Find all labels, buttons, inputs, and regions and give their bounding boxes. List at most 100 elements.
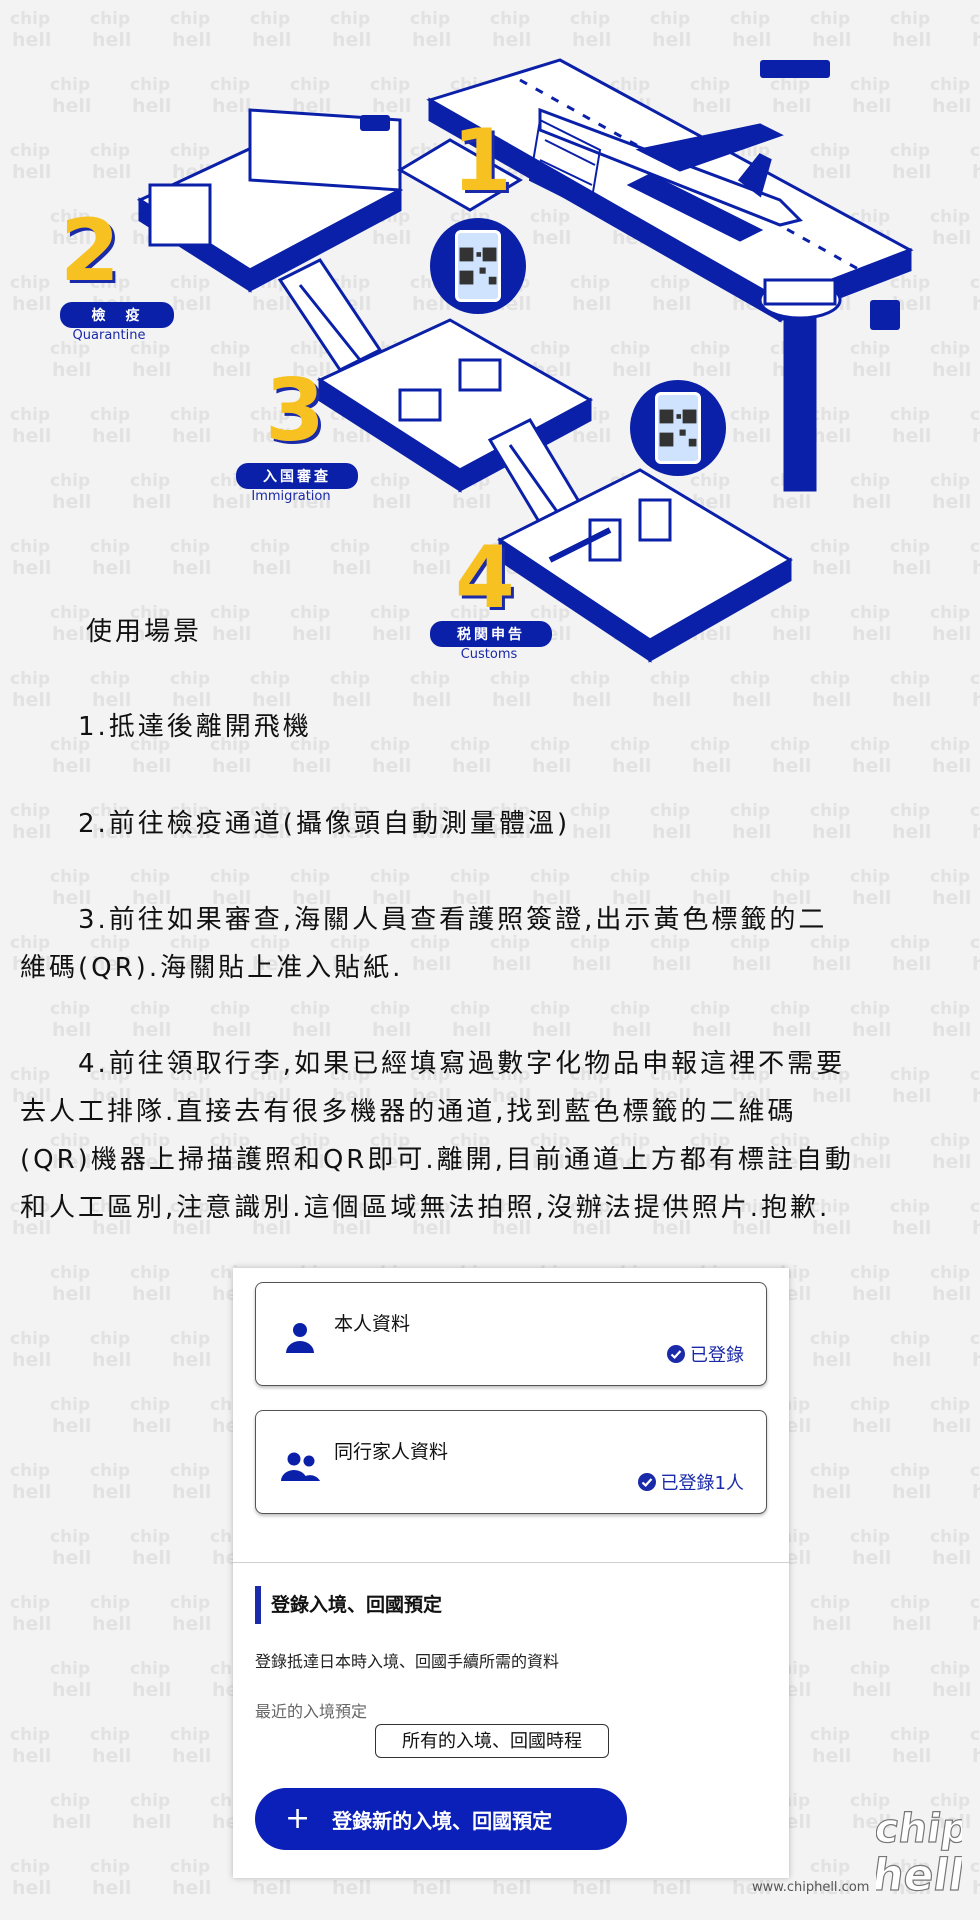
svg-text:hell: hell: [972, 953, 980, 974]
svg-text:chip: chip: [970, 1461, 980, 1481]
card-title: 同行家人資料: [334, 1441, 449, 1463]
svg-text:chip: chip: [770, 867, 810, 887]
watermark-tile: chiphell: [128, 1786, 172, 1833]
svg-text:hell: hell: [876, 1850, 962, 1901]
watermark-tile: chiphell: [8, 1456, 52, 1503]
watermark-tile: chiphell: [968, 1852, 980, 1899]
svg-text:chip: chip: [970, 1857, 980, 1877]
person-icon: [278, 1321, 322, 1355]
svg-text:chip: chip: [50, 999, 90, 1019]
watermark-tile: chiphell: [928, 994, 972, 1041]
svg-text:hell: hell: [692, 755, 731, 776]
svg-text:chip: chip: [290, 867, 330, 887]
quarantine-floor: [136, 108, 404, 293]
article-item-4: 4.前往領取行李,如果已經填寫過數字化物品申報這裡不需要 去人工排隊.直接去有很…: [20, 1040, 960, 1232]
recent-entry-label: 最近的入境預定: [255, 1702, 368, 1721]
svg-text:hell: hell: [132, 1811, 171, 1832]
svg-text:chip: chip: [850, 999, 890, 1019]
stage-2-number: 2: [60, 201, 120, 301]
watermark-tile: chiphell: [168, 1588, 212, 1635]
svg-text:chip: chip: [130, 1527, 170, 1547]
watermark-tile: chiphell: [928, 1258, 972, 1305]
svg-text:hell: hell: [892, 1613, 931, 1634]
svg-text:hell: hell: [532, 1019, 571, 1040]
svg-text:hell: hell: [652, 1877, 691, 1898]
family-info-card[interactable]: 同行家人資料 已登錄1人: [255, 1410, 767, 1514]
watermark-tile: chiphell: [968, 1324, 980, 1371]
svg-text:hell: hell: [772, 755, 811, 776]
svg-text:chip: chip: [930, 867, 970, 887]
svg-text:chip: chip: [370, 999, 410, 1019]
watermark-tile: chiphell: [528, 994, 572, 1041]
svg-text:hell: hell: [132, 1019, 171, 1040]
watermark-tile: chiphell: [88, 1588, 132, 1635]
svg-text:chip: chip: [170, 1857, 210, 1877]
svg-text:chip: chip: [210, 999, 250, 1019]
svg-text:hell: hell: [252, 1877, 291, 1898]
svg-text:hell: hell: [92, 1349, 131, 1370]
svg-text:hell: hell: [52, 755, 91, 776]
svg-text:chip: chip: [10, 1461, 50, 1481]
svg-text:chip: chip: [10, 1593, 50, 1613]
svg-text:chip: chip: [890, 1329, 930, 1349]
svg-text:chip: chip: [170, 1593, 210, 1613]
stage-3-label: 入国審査: [236, 463, 358, 489]
svg-text:chip: chip: [810, 1329, 850, 1349]
register-new-entry-button[interactable]: + 登錄新的入境、回國預定: [255, 1788, 627, 1850]
article-heading: 使用場景: [86, 617, 203, 647]
svg-text:hell: hell: [132, 755, 171, 776]
svg-text:hell: hell: [292, 1019, 331, 1040]
watermark-tile: chiphell: [968, 1588, 980, 1635]
svg-text:chip: chip: [850, 1527, 890, 1547]
personal-info-card[interactable]: 本人資料 已登錄: [255, 1282, 767, 1386]
svg-text:hell: hell: [12, 1877, 51, 1898]
svg-text:chip: chip: [970, 1197, 980, 1217]
article-line: 2.前往檢疫通道(攝像頭自動測量體溫): [20, 809, 571, 839]
svg-text:hell: hell: [932, 1415, 971, 1436]
svg-text:chip: chip: [810, 1461, 850, 1481]
section-divider: [233, 1562, 789, 1563]
article-line: 維碼(QR).海關貼上准入貼紙.: [20, 953, 404, 983]
svg-text:hell: hell: [812, 1745, 851, 1766]
watermark-tile: chiphell: [848, 1258, 892, 1305]
all-schedules-button[interactable]: 所有的入境、回國時程: [375, 1724, 609, 1758]
watermark-tile: chiphell: [128, 994, 172, 1041]
stage-3-number: 3: [265, 361, 325, 461]
svg-text:chip: chip: [810, 1725, 850, 1745]
svg-text:hell: hell: [52, 1811, 91, 1832]
svg-text:hell: hell: [972, 1349, 980, 1370]
chiphell-logo: chip hell: [868, 1794, 973, 1904]
svg-text:hell: hell: [92, 1745, 131, 1766]
svg-text:chip: chip: [610, 999, 650, 1019]
svg-text:hell: hell: [892, 1745, 931, 1766]
status-text: 已登錄: [690, 1345, 744, 1366]
watermark-tile: chiphell: [928, 1654, 972, 1701]
svg-text:chip: chip: [810, 1593, 850, 1613]
watermark-tile: chiphell: [848, 1654, 892, 1701]
article-line: (QR)機器上掃描護照和QR即可.離開,目前通道上方都有標註自動: [20, 1145, 854, 1175]
svg-text:hell: hell: [372, 755, 411, 776]
svg-text:hell: hell: [612, 1019, 651, 1040]
svg-text:hell: hell: [972, 1877, 980, 1898]
svg-text:hell: hell: [92, 1613, 131, 1634]
watermark-tile: chiphell: [448, 994, 492, 1041]
watermark-tile: chiphell: [888, 1588, 932, 1635]
svg-text:hell: hell: [92, 1481, 131, 1502]
stage-3-label-en: Immigration: [251, 489, 331, 504]
svg-text:chip: chip: [970, 1329, 980, 1349]
svg-text:hell: hell: [372, 1019, 411, 1040]
svg-text:chip: chip: [170, 1329, 210, 1349]
svg-text:hell: hell: [892, 1481, 931, 1502]
watermark-tile: chiphell: [168, 1720, 212, 1767]
svg-text:hell: hell: [12, 1481, 51, 1502]
watermark-tile: chiphell: [48, 1258, 92, 1305]
watermark-tile: chiphell: [968, 796, 980, 843]
svg-text:hell: hell: [12, 1745, 51, 1766]
watermark-tile: chiphell: [8, 1588, 52, 1635]
watermark-tile: chiphell: [88, 1852, 132, 1899]
svg-text:chip: chip: [50, 1395, 90, 1415]
svg-text:chip: chip: [90, 1725, 130, 1745]
svg-text:chip: chip: [10, 1725, 50, 1745]
svg-text:hell: hell: [932, 1283, 971, 1304]
svg-text:hell: hell: [772, 1019, 811, 1040]
